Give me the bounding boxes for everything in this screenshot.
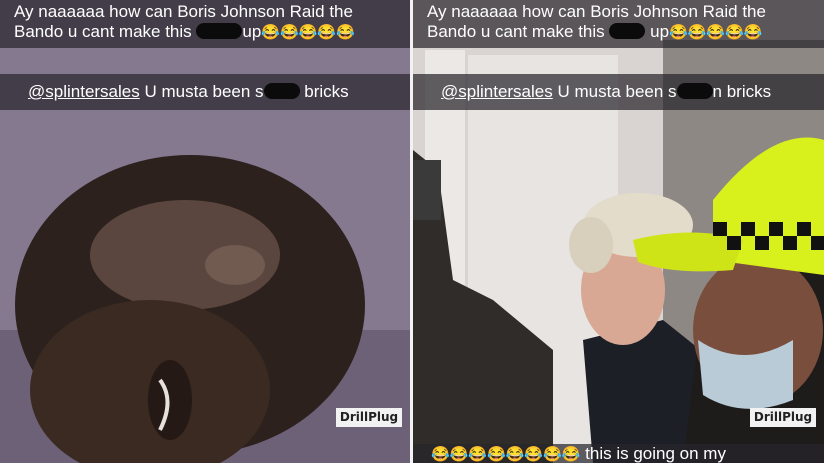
- left-ear: [148, 360, 192, 440]
- left-watermark: DrillPlug: [336, 408, 402, 427]
- left-reply-after: bricks: [304, 82, 349, 101]
- right-reply-before: U musta been s: [557, 82, 677, 101]
- right-caption-bottom: 😂😂😂😂😂😂😂😂 this is going on my: [413, 444, 824, 463]
- right-video-frame: Ay naaaaaa how can Boris Johnson Raid th…: [413, 0, 824, 463]
- left-reply-before: U musta been s: [144, 82, 264, 101]
- right-bottom-emojis: 😂😂😂😂😂😂😂😂: [431, 446, 581, 463]
- right-left-person-cap: [413, 160, 441, 220]
- right-caption-top: Ay naaaaaa how can Boris Johnson Raid th…: [413, 0, 824, 48]
- right-caption-line2: Bando u cant make this up😂😂😂😂😂: [427, 22, 818, 42]
- left-caption-line2: Bando u cant make this up😂😂😂😂😂: [14, 22, 404, 42]
- right-caption-emojis: 😂😂😂😂😂: [669, 24, 763, 41]
- left-forehead-shine: [205, 245, 265, 285]
- right-caption-line1: Ay naaaaaa how can Boris Johnson Raid th…: [427, 2, 766, 21]
- left-caption-line2-before: Bando u cant make this: [14, 22, 192, 41]
- right-caption-line2-after: up: [650, 22, 670, 41]
- left-reply-bar: @splintersales U musta been s bricks: [0, 74, 410, 110]
- right-bottom-text: this is going on my: [585, 444, 726, 463]
- left-censor-bar-1: [196, 23, 243, 39]
- right-reply-after: n bricks: [712, 82, 772, 101]
- left-caption-line2-after: up: [242, 22, 262, 41]
- right-center-hair-side: [569, 217, 613, 273]
- left-video-frame: Ay naaaaaa how can Boris Johnson Raid th…: [0, 0, 410, 463]
- left-caption-top: Ay naaaaaa how can Boris Johnson Raid th…: [0, 0, 410, 48]
- right-scene-illustration: [413, 0, 824, 463]
- right-censor-bar-2: [676, 83, 713, 99]
- right-censor-bar-1: [609, 23, 646, 39]
- right-watermark: DrillPlug: [750, 408, 816, 427]
- left-censor-bar-2: [263, 83, 300, 99]
- right-officer-cap-brim: [633, 232, 743, 272]
- left-caption-line1: Ay naaaaaa how can Boris Johnson Raid th…: [14, 2, 353, 21]
- right-reply-mention[interactable]: @splintersales: [441, 82, 553, 101]
- right-reply-bar: @splintersales U musta been s n bricks: [413, 74, 824, 110]
- right-caption-line2-before: Bando u cant make this: [427, 22, 605, 41]
- left-reply-mention[interactable]: @splintersales: [28, 82, 140, 101]
- left-caption-emojis: 😂😂😂😂😂: [261, 24, 355, 41]
- left-scene-illustration: [0, 0, 410, 463]
